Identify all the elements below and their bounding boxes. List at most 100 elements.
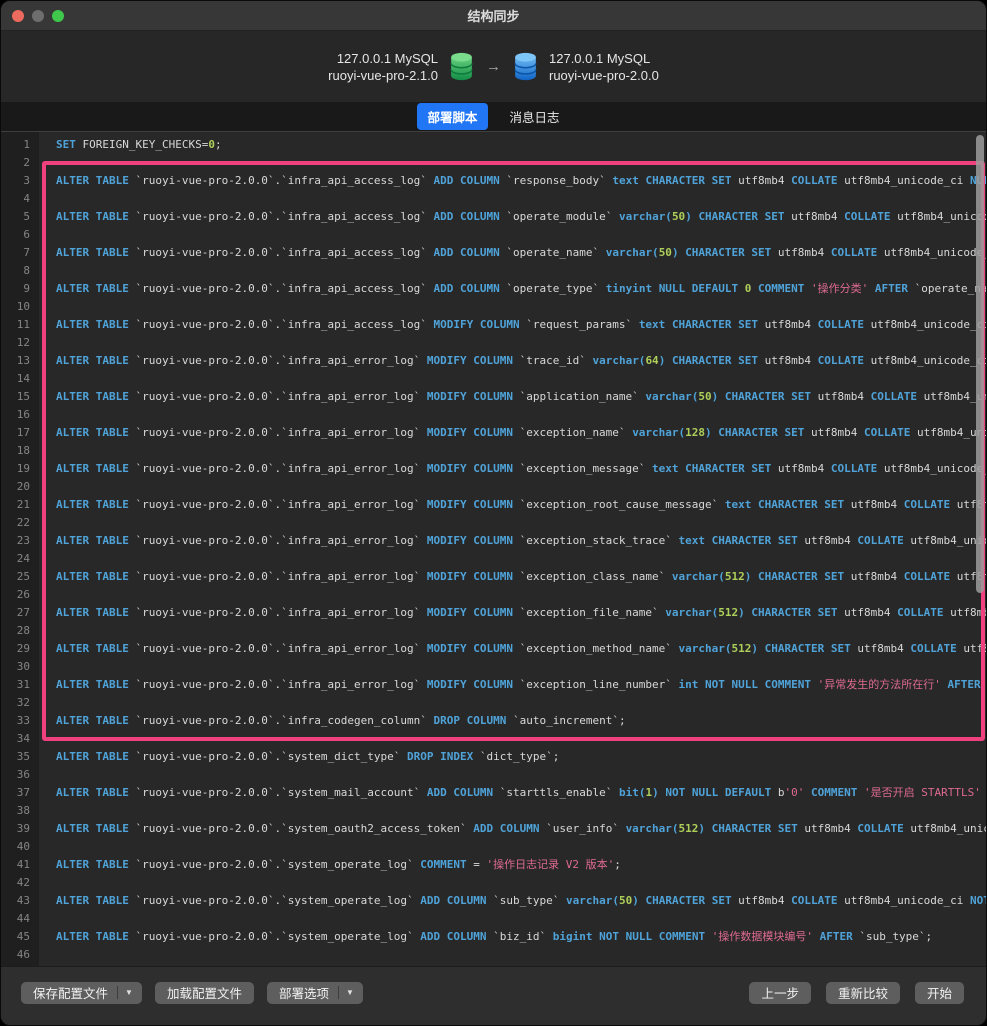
line-number: 9: [1, 280, 39, 298]
code-line[interactable]: 33ALTER TABLE `ruoyi-vue-pro-2.0.0`.`inf…: [1, 712, 986, 730]
prev-step-button[interactable]: 上一步: [749, 982, 811, 1004]
code-line[interactable]: 37ALTER TABLE `ruoyi-vue-pro-2.0.0`.`sys…: [1, 784, 986, 802]
code-line[interactable]: 31ALTER TABLE `ruoyi-vue-pro-2.0.0`.`inf…: [1, 676, 986, 694]
code-line[interactable]: 41ALTER TABLE `ruoyi-vue-pro-2.0.0`.`sys…: [1, 856, 986, 874]
code-line[interactable]: 29ALTER TABLE `ruoyi-vue-pro-2.0.0`.`inf…: [1, 640, 986, 658]
code-line[interactable]: 3ALTER TABLE `ruoyi-vue-pro-2.0.0`.`infr…: [1, 172, 986, 190]
code-text: [39, 262, 56, 280]
code-text: [39, 694, 56, 712]
code-text: ALTER TABLE `ruoyi-vue-pro-2.0.0`.`syste…: [39, 820, 986, 838]
code-line[interactable]: 35ALTER TABLE `ruoyi-vue-pro-2.0.0`.`sys…: [1, 748, 986, 766]
code-text: [39, 226, 56, 244]
line-number: 35: [1, 748, 39, 766]
code-line[interactable]: 39ALTER TABLE `ruoyi-vue-pro-2.0.0`.`sys…: [1, 820, 986, 838]
sync-direction-arrow-icon: →: [485, 58, 502, 75]
line-number: 27: [1, 604, 39, 622]
tab-message-log[interactable]: 消息日志: [500, 103, 570, 130]
line-number: 7: [1, 244, 39, 262]
start-button[interactable]: 开始: [915, 982, 964, 1004]
line-number: 3: [1, 172, 39, 190]
code-line[interactable]: 12: [1, 334, 986, 352]
save-config-label: 保存配置文件: [21, 983, 117, 1002]
code-line[interactable]: 34: [1, 730, 986, 748]
line-number: 12: [1, 334, 39, 352]
code-line[interactable]: 42: [1, 874, 986, 892]
line-number: 37: [1, 784, 39, 802]
code-text: [39, 658, 56, 676]
line-number: 13: [1, 352, 39, 370]
line-number: 16: [1, 406, 39, 424]
code-line[interactable]: 13ALTER TABLE `ruoyi-vue-pro-2.0.0`.`inf…: [1, 352, 986, 370]
code-line[interactable]: 16: [1, 406, 986, 424]
close-button[interactable]: [12, 10, 24, 22]
toolbar-right-group: 上一步重新比较开始: [749, 982, 964, 1004]
code-line[interactable]: 5ALTER TABLE `ruoyi-vue-pro-2.0.0`.`infr…: [1, 208, 986, 226]
vertical-scrollbar[interactable]: [976, 135, 984, 593]
zoom-button[interactable]: [52, 10, 64, 22]
code-line[interactable]: 8: [1, 262, 986, 280]
code-line[interactable]: 36: [1, 766, 986, 784]
code-line[interactable]: 4: [1, 190, 986, 208]
code-line[interactable]: 15ALTER TABLE `ruoyi-vue-pro-2.0.0`.`inf…: [1, 388, 986, 406]
code-line[interactable]: 24: [1, 550, 986, 568]
recompare-button[interactable]: 重新比较: [826, 982, 900, 1004]
save-config-button[interactable]: 保存配置文件▼: [21, 982, 142, 1004]
line-number: 28: [1, 622, 39, 640]
line-number: 20: [1, 478, 39, 496]
code-line[interactable]: 6: [1, 226, 986, 244]
code-line[interactable]: 25ALTER TABLE `ruoyi-vue-pro-2.0.0`.`inf…: [1, 568, 986, 586]
load-config-button[interactable]: 加载配置文件: [155, 982, 254, 1004]
code-rows: 1SET FOREIGN_KEY_CHECKS=0;23ALTER TABLE …: [1, 136, 986, 964]
chevron-down-icon[interactable]: ▼: [118, 988, 142, 997]
code-line[interactable]: 20: [1, 478, 986, 496]
tab-deploy-script[interactable]: 部署脚本: [417, 103, 487, 130]
code-line[interactable]: 44: [1, 910, 986, 928]
line-number: 29: [1, 640, 39, 658]
minimize-button[interactable]: [32, 10, 44, 22]
code-line[interactable]: 22: [1, 514, 986, 532]
line-number: 25: [1, 568, 39, 586]
code-line[interactable]: 9ALTER TABLE `ruoyi-vue-pro-2.0.0`.`infr…: [1, 280, 986, 298]
line-number: 46: [1, 946, 39, 964]
target-connection: 127.0.0.1 MySQL ruoyi-vue-pro-2.0.0: [549, 50, 659, 84]
code-line[interactable]: 26: [1, 586, 986, 604]
code-line[interactable]: 30: [1, 658, 986, 676]
code-line[interactable]: 32: [1, 694, 986, 712]
deploy-options-button[interactable]: 部署选项▼: [267, 982, 363, 1004]
code-text: [39, 838, 56, 856]
line-number: 8: [1, 262, 39, 280]
code-line[interactable]: 7ALTER TABLE `ruoyi-vue-pro-2.0.0`.`infr…: [1, 244, 986, 262]
window-title: 结构同步: [467, 6, 519, 25]
bottom-toolbar: 保存配置文件▼加载配置文件部署选项▼ 上一步重新比较开始: [1, 966, 986, 1026]
code-line[interactable]: 43ALTER TABLE `ruoyi-vue-pro-2.0.0`.`sys…: [1, 892, 986, 910]
code-line[interactable]: 40: [1, 838, 986, 856]
code-line[interactable]: 19ALTER TABLE `ruoyi-vue-pro-2.0.0`.`inf…: [1, 460, 986, 478]
code-line[interactable]: 21ALTER TABLE `ruoyi-vue-pro-2.0.0`.`inf…: [1, 496, 986, 514]
code-line[interactable]: 38: [1, 802, 986, 820]
source-db-icon: [449, 52, 474, 81]
code-text: ALTER TABLE `ruoyi-vue-pro-2.0.0`.`infra…: [39, 460, 986, 478]
code-text: ALTER TABLE `ruoyi-vue-pro-2.0.0`.`syste…: [39, 784, 986, 802]
code-line[interactable]: 46: [1, 946, 986, 964]
code-line[interactable]: 14: [1, 370, 986, 388]
target-database: ruoyi-vue-pro-2.0.0: [549, 67, 659, 84]
line-number: 40: [1, 838, 39, 856]
line-number: 36: [1, 766, 39, 784]
code-line[interactable]: 10: [1, 298, 986, 316]
code-line[interactable]: 18: [1, 442, 986, 460]
code-line[interactable]: 23ALTER TABLE `ruoyi-vue-pro-2.0.0`.`inf…: [1, 532, 986, 550]
code-line[interactable]: 27ALTER TABLE `ruoyi-vue-pro-2.0.0`.`inf…: [1, 604, 986, 622]
code-text: ALTER TABLE `ruoyi-vue-pro-2.0.0`.`infra…: [39, 640, 986, 658]
source-connection: 127.0.0.1 MySQL ruoyi-vue-pro-2.1.0: [328, 50, 438, 84]
line-number: 34: [1, 730, 39, 748]
code-text: ALTER TABLE `ruoyi-vue-pro-2.0.0`.`infra…: [39, 352, 986, 370]
code-line[interactable]: 45ALTER TABLE `ruoyi-vue-pro-2.0.0`.`sys…: [1, 928, 986, 946]
line-number: 32: [1, 694, 39, 712]
code-line[interactable]: 1SET FOREIGN_KEY_CHECKS=0;: [1, 136, 986, 154]
chevron-down-icon[interactable]: ▼: [339, 988, 363, 997]
code-line[interactable]: 11ALTER TABLE `ruoyi-vue-pro-2.0.0`.`inf…: [1, 316, 986, 334]
code-text: [39, 298, 56, 316]
code-line[interactable]: 28: [1, 622, 986, 640]
code-line[interactable]: 17ALTER TABLE `ruoyi-vue-pro-2.0.0`.`inf…: [1, 424, 986, 442]
code-line[interactable]: 2: [1, 154, 986, 172]
